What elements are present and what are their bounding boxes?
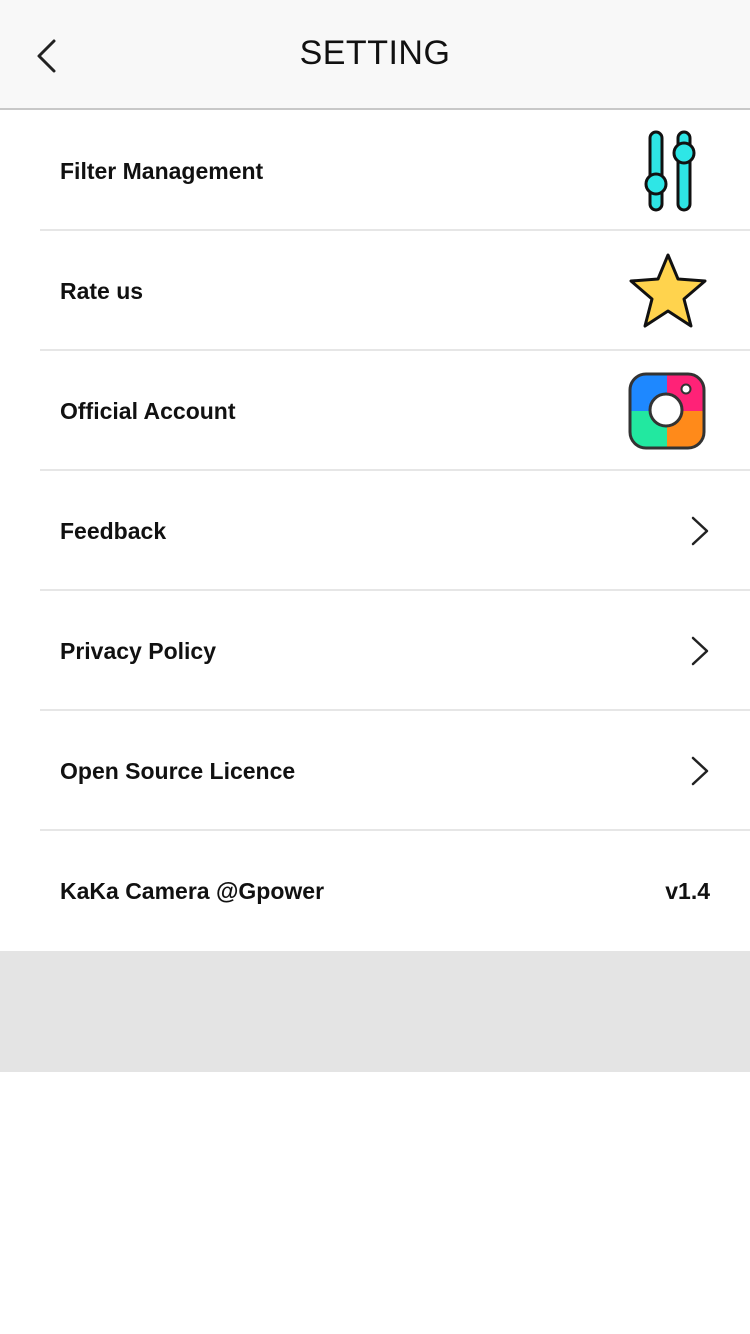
chevron-right-icon — [690, 516, 710, 546]
version-label: v1.4 — [665, 877, 710, 904]
settings-list: Filter Management Rate us Official Accou… — [0, 111, 750, 951]
settings-item-rate-us[interactable]: Rate us — [0, 231, 750, 351]
settings-item-label: Open Source Licence — [60, 757, 296, 784]
settings-item-label: Rate us — [60, 277, 144, 304]
settings-item-app-version: KaKa Camera @Gpower v1.4 — [0, 831, 750, 951]
settings-item-label: Official Account — [60, 397, 236, 424]
settings-item-label: Filter Management — [60, 157, 264, 184]
settings-item-label: Privacy Policy — [60, 637, 216, 664]
chevron-right-icon — [690, 636, 710, 666]
settings-item-label: KaKa Camera @Gpower — [60, 877, 325, 904]
settings-item-privacy-policy[interactable]: Privacy Policy — [0, 591, 750, 711]
star-icon — [626, 251, 710, 331]
sliders-icon — [642, 129, 698, 213]
footer-band — [0, 951, 750, 1072]
settings-item-filter-management[interactable]: Filter Management — [0, 111, 750, 231]
settings-screen: SETTING Filter Management Rate us Offici… — [0, 0, 750, 1334]
chevron-right-icon — [690, 756, 710, 786]
settings-item-feedback[interactable]: Feedback — [0, 471, 750, 591]
settings-item-open-source-licence[interactable]: Open Source Licence — [0, 711, 750, 831]
instagram-icon — [628, 372, 706, 450]
page-title: SETTING — [299, 34, 451, 72]
settings-item-official-account[interactable]: Official Account — [0, 351, 750, 471]
navigation-bar: SETTING — [0, 0, 750, 110]
settings-item-label: Feedback — [60, 517, 167, 544]
